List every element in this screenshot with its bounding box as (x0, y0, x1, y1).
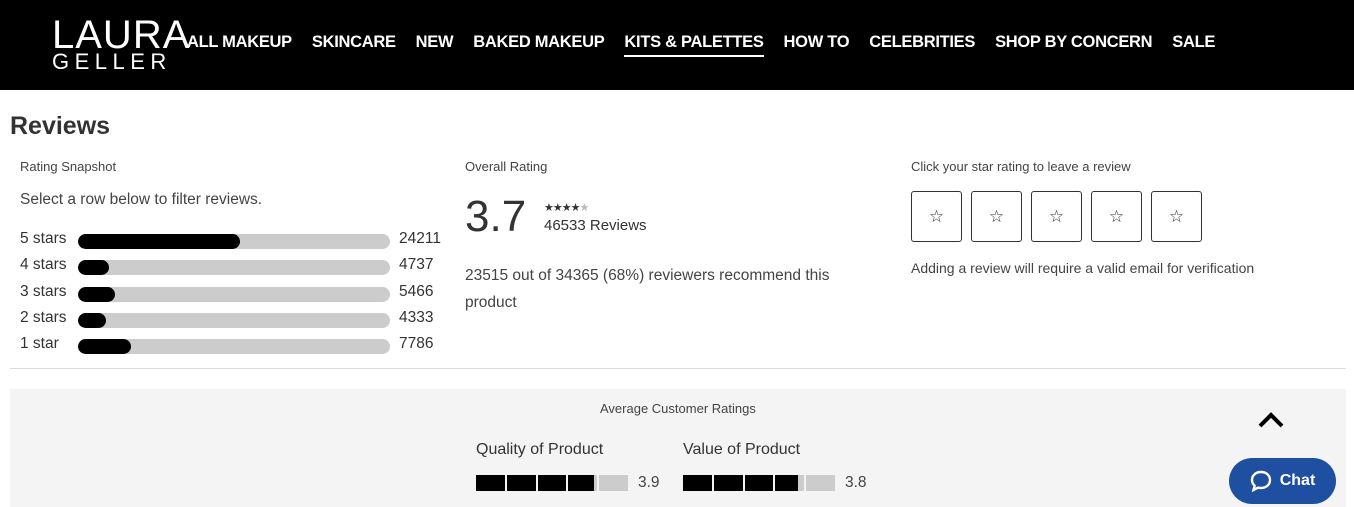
snapshot-bar (78, 234, 390, 249)
snapshot-bar (78, 313, 390, 328)
average-rating-name: Value of Product (683, 441, 801, 458)
snapshot-bar-fill (78, 260, 110, 275)
logo-line2: GELLER (52, 49, 172, 74)
nav-link-baked-makeup[interactable]: BAKED MAKEUP (473, 33, 604, 57)
star-filled-icon: ★ (561, 202, 572, 214)
rate-star-4-button[interactable]: ☆ (1091, 191, 1142, 242)
average-rating-value: 3.8 (845, 474, 867, 491)
rating-segment (568, 475, 598, 491)
snapshot-bar-fill (78, 234, 241, 249)
nav-link-skincare[interactable]: SKINCARE (312, 33, 396, 57)
reviews-title: Reviews (10, 112, 111, 140)
snapshot-row-label: 4 stars (20, 256, 67, 273)
average-rating-bar (683, 475, 835, 491)
nav-link-new[interactable]: NEW (416, 33, 454, 57)
snapshot-row-label: 5 stars (20, 230, 67, 247)
nav-link-how-to[interactable]: HOW TO (784, 33, 850, 57)
overall-rating-value: 3.7 (465, 192, 527, 241)
star-outline-icon: ☆ (1048, 206, 1065, 226)
snapshot-row-count: 5466 (399, 283, 434, 300)
snapshot-row[interactable]: 2 stars 4333 (20, 308, 450, 330)
logo[interactable]: LAURA GELLER (52, 15, 190, 73)
snapshot-bar (78, 260, 390, 275)
rating-segment-fill (683, 475, 712, 491)
leave-review-heading: Click your star rating to leave a review (911, 159, 1131, 174)
star-filled-icon: ★ (570, 202, 581, 214)
snapshot-bar-fill (78, 339, 132, 354)
nav-link-all-makeup[interactable]: ALL MAKEUP (187, 33, 292, 57)
star-outline-icon: ☆ (1108, 206, 1125, 226)
snapshot-row[interactable]: 3 stars 5466 (20, 282, 450, 304)
average-ratings-heading: Average Customer Ratings (600, 401, 756, 416)
snapshot-row-count: 4333 (399, 309, 434, 326)
snapshot-row-label: 1 star (20, 335, 59, 352)
snapshot-bar-fill (78, 287, 116, 302)
rate-star-2-button[interactable]: ☆ (971, 191, 1022, 242)
chevron-up-icon (1258, 412, 1284, 428)
snapshot-row-count: 7786 (399, 335, 434, 352)
snapshot-bar (78, 287, 390, 302)
snapshot-row[interactable]: 1 star 7786 (20, 334, 450, 356)
rating-segment-fill (568, 475, 595, 491)
star-outline-icon: ☆ (988, 206, 1005, 226)
rating-segment (806, 475, 835, 491)
rating-segment (476, 475, 505, 491)
rating-segment-fill (476, 475, 505, 491)
star-empty-icon: ★ (579, 202, 590, 214)
recommend-text: 23515 out of 34365 (68%) reviewers recom… (465, 267, 830, 311)
snapshot-row-label: 2 stars (20, 309, 67, 326)
rating-segment (599, 475, 628, 491)
rating-segment (683, 475, 712, 491)
snapshot-row-count: 4737 (399, 256, 434, 273)
rating-snapshot-heading: Rating Snapshot (20, 159, 117, 174)
average-rating-value: 3.9 (638, 474, 660, 491)
snapshot-row-count: 24211 (399, 230, 441, 247)
verification-note: Adding a review will require a valid ema… (911, 260, 1255, 276)
site-header: LAURA GELLER ALL MAKEUP SKINCARE NEW BAKED … (0, 0, 1354, 90)
average-rating-name: Quality of Product (476, 441, 604, 458)
rating-segment (506, 475, 536, 491)
snapshot-bar (78, 339, 390, 354)
rate-star-1-button[interactable]: ☆ (911, 191, 962, 242)
nav-link-shop-by-concern[interactable]: SHOP BY CONCERN (995, 33, 1152, 57)
average-rating-bar (476, 475, 628, 491)
snapshot-row-label: 3 stars (20, 283, 67, 300)
filter-hint: Select a row below to filter reviews. (20, 191, 263, 208)
rating-segment-fill (775, 475, 799, 491)
rate-star-5-button[interactable]: ☆ (1151, 191, 1202, 242)
chat-bubble-icon (1250, 470, 1271, 492)
star-filled-icon: ★ (552, 202, 563, 214)
rating-segment-fill (537, 475, 567, 491)
chat-button[interactable]: Chat (1229, 458, 1336, 504)
snapshot-bar-fill (78, 313, 107, 328)
rating-segment (537, 475, 567, 491)
scroll-top-button[interactable] (1256, 404, 1286, 434)
chat-label: Chat (1279, 472, 1316, 489)
nav-link-sale[interactable]: SALE (1172, 33, 1215, 57)
rate-star-3-button[interactable]: ☆ (1031, 191, 1082, 242)
rating-segment (744, 475, 774, 491)
star-outline-icon: ☆ (1168, 206, 1185, 226)
rating-segment-fill (506, 475, 536, 491)
overall-stars: ★★★★★ (544, 201, 590, 214)
review-count: 46533 Reviews (544, 217, 647, 234)
rating-segment-fill (713, 475, 743, 491)
main-nav: ALL MAKEUP SKINCARE NEW BAKED MAKEUP KITS & … (187, 33, 1235, 57)
rating-segment-fill (744, 475, 774, 491)
snapshot-row[interactable]: 5 stars 24211 (20, 229, 450, 251)
nav-link-kits-palettes[interactable]: KITS & PALETTES (624, 33, 764, 57)
rating-segment (713, 475, 743, 491)
snapshot-row[interactable]: 4 stars 4737 (20, 255, 450, 277)
star-filled-icon: ★ (544, 202, 554, 214)
overall-rating-heading: Overall Rating (465, 159, 548, 174)
rating-segment (775, 475, 805, 491)
nav-link-celebrities[interactable]: CELEBRITIES (869, 33, 975, 57)
star-outline-icon: ☆ (928, 206, 945, 226)
divider (10, 368, 1346, 369)
